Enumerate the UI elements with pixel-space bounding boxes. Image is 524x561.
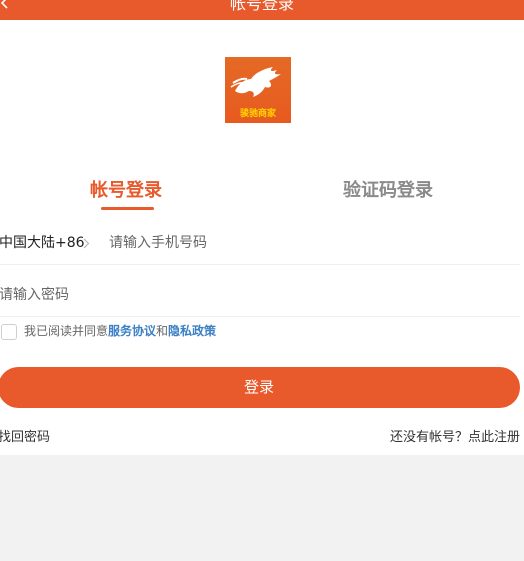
horse-icon (230, 67, 281, 97)
tab-account-login[interactable]: 帐号登录 (90, 179, 162, 203)
top-bar: 帐号登录 (0, 0, 524, 20)
logo-text: 骏驰商家 (239, 109, 276, 119)
chevron-right-icon[interactable] (82, 238, 90, 249)
login-card: 骏驰商家 帐号登录 验证码登录 中国大陆+86 我已阅读并同意服务协议和隐私政策… (0, 20, 524, 455)
country-code-selector[interactable]: 中国大陆+86 (0, 233, 85, 253)
phone-row: 中国大陆+86 (0, 220, 520, 265)
agreement-text: 我已阅读并同意服务协议和隐私政策 (24, 323, 216, 339)
tab-sms-login[interactable]: 验证码登录 (343, 179, 433, 203)
login-button[interactable]: 登录 (0, 367, 520, 408)
password-input[interactable] (0, 284, 499, 306)
phone-input[interactable] (109, 232, 509, 254)
register-link[interactable]: 还没有帐号？点此注册 (390, 429, 520, 447)
agreement-prefix: 我已阅读并同意 (24, 324, 109, 338)
password-row (0, 272, 520, 317)
agreement-checkbox[interactable] (1, 324, 17, 340)
agreement-joiner: 和 (156, 324, 169, 338)
active-tab-indicator (101, 207, 154, 210)
agreement-row: 我已阅读并同意服务协议和隐私政策 (0, 321, 520, 341)
forgot-password-link[interactable]: 找回密码 (0, 429, 50, 447)
service-agreement-link[interactable]: 服务协议 (108, 324, 156, 338)
privacy-policy-link[interactable]: 隐私政策 (168, 324, 216, 338)
app-logo: 骏驰商家 (225, 57, 291, 123)
page-title: 帐号登录 (229, 0, 294, 13)
